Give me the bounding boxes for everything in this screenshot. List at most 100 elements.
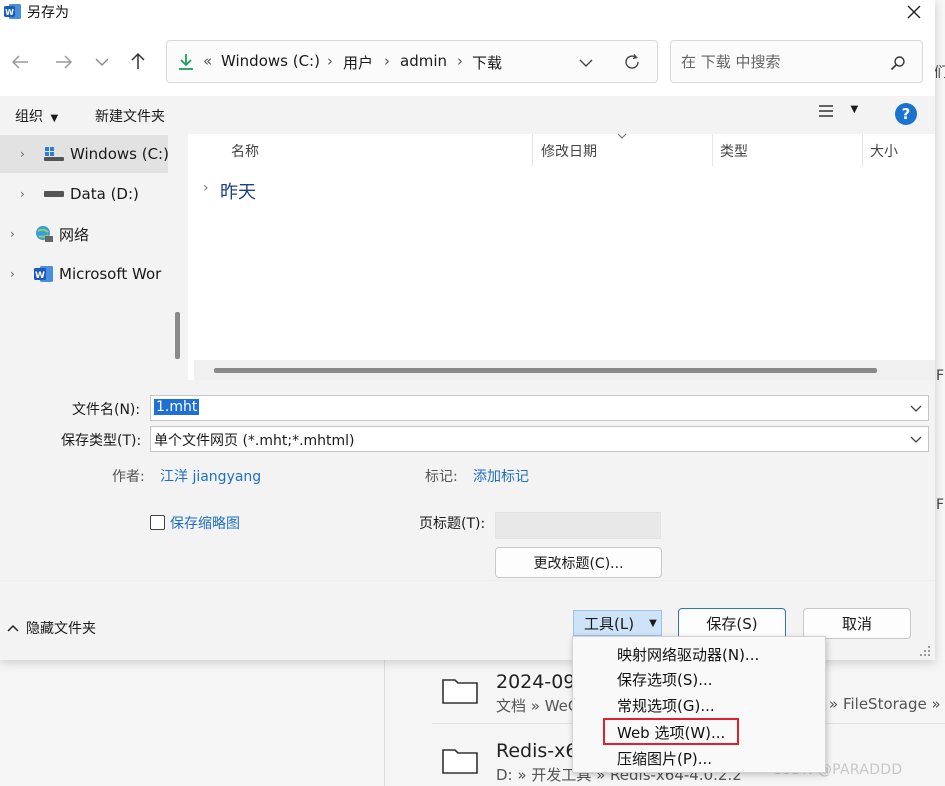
- caret-down-icon: ▼: [50, 113, 59, 124]
- file-list-pane: [188, 134, 935, 380]
- forward-button[interactable]: [50, 48, 78, 76]
- menu-item-general-options[interactable]: 常规选项(G)...: [617, 695, 715, 716]
- chevron-right-icon[interactable]: ›: [10, 227, 22, 241]
- address-bar[interactable]: « Windows (C:) › 用户 › admin › 下载: [166, 40, 658, 83]
- tree-item-network[interactable]: › 网络: [10, 216, 89, 252]
- new-folder-button[interactable]: 新建文件夹: [95, 106, 165, 126]
- navigation-scrollbar[interactable]: [175, 312, 180, 359]
- hide-folders-label: 隐藏文件夹: [26, 621, 96, 637]
- filename-combobox[interactable]: 1.mht: [150, 395, 929, 421]
- background-row-path: » FileStorage » F: [829, 695, 945, 713]
- author-value[interactable]: 江洋 jiangyang: [160, 466, 261, 486]
- chevron-right-icon[interactable]: ›: [203, 180, 209, 196]
- column-divider[interactable]: [862, 134, 863, 166]
- network-icon: [36, 226, 53, 242]
- breadcrumb-overflow[interactable]: «: [203, 52, 212, 70]
- up-button[interactable]: [124, 47, 152, 75]
- page-title-label: 页标题(T):: [419, 516, 486, 532]
- back-button[interactable]: [6, 48, 34, 76]
- column-header-size[interactable]: 大小: [870, 141, 898, 161]
- tree-item-data-d[interactable]: › Data (D:): [20, 176, 139, 212]
- menu-item-map-network-drive[interactable]: 映射网络驱动器(N)...: [617, 644, 759, 665]
- filetype-value: 单个文件网页 (*.mht;*.mhtml): [154, 433, 355, 449]
- tools-label: 工具(L): [584, 614, 635, 633]
- word-app-icon: W: [4, 4, 21, 19]
- drive-icon: [44, 147, 64, 161]
- background-row-name[interactable]: Redis-x6: [496, 740, 577, 762]
- refresh-icon[interactable]: [623, 53, 641, 71]
- svg-text:W: W: [35, 271, 45, 281]
- breadcrumb-separator: ›: [327, 52, 333, 70]
- tools-button[interactable]: 工具(L) ▼: [573, 610, 662, 636]
- column-divider[interactable]: [532, 134, 533, 166]
- filetype-select[interactable]: 单个文件网页 (*.mht;*.mhtml): [150, 426, 929, 452]
- caret-down-icon: ▼: [649, 617, 657, 629]
- column-header-date[interactable]: 修改日期: [541, 141, 597, 161]
- breadcrumb-item[interactable]: 用户: [343, 52, 373, 73]
- arrow-right-icon: [56, 55, 73, 69]
- save-thumbnail-label[interactable]: 保存缩略图: [170, 513, 240, 533]
- window-title: 另存为: [27, 5, 69, 21]
- save-button[interactable]: 保存(S): [678, 608, 786, 639]
- chevron-down-icon[interactable]: [579, 58, 593, 68]
- close-button[interactable]: [896, 0, 932, 24]
- hide-folders-button[interactable]: 隐藏文件夹: [7, 618, 96, 638]
- horizontal-scrollbar-thumb[interactable]: [214, 368, 877, 373]
- view-options-button[interactable]: ▼: [818, 104, 858, 122]
- arrow-left-icon: [11, 55, 28, 69]
- chevron-right-icon[interactable]: ›: [20, 187, 32, 201]
- background-row-name[interactable]: 2024-09: [496, 671, 575, 693]
- chevron-up-icon: [7, 624, 19, 632]
- filename-label: 文件名(N):: [72, 402, 141, 418]
- filename-input[interactable]: 1.mht: [154, 399, 200, 415]
- save-thumbnail-checkbox[interactable]: [150, 515, 165, 530]
- background-row-path: 文档 » WeC: [496, 697, 579, 715]
- chevron-down-icon: [95, 58, 109, 66]
- column-header-name[interactable]: 名称: [231, 141, 259, 161]
- breadcrumb-separator: ›: [457, 52, 463, 70]
- chevron-down-icon[interactable]: [910, 430, 922, 448]
- breadcrumb-item[interactable]: admin: [400, 52, 447, 70]
- menu-item-save-options[interactable]: 保存选项(S)...: [617, 669, 713, 690]
- breadcrumb-item[interactable]: Windows (C:): [221, 52, 320, 70]
- background-edge-text: 们: [934, 65, 945, 81]
- title-bar: [0, 0, 935, 24]
- page-title-field: [495, 512, 661, 539]
- chevron-down-icon[interactable]: [910, 399, 922, 417]
- download-icon: [179, 54, 193, 70]
- cancel-button[interactable]: 取消: [803, 608, 911, 639]
- tree-item-label: Data (D:): [70, 185, 139, 203]
- resize-grip-icon[interactable]: [917, 645, 931, 657]
- recent-locations-button[interactable]: [88, 48, 116, 76]
- search-input[interactable]: [679, 52, 879, 72]
- search-box: [670, 40, 923, 83]
- chevron-right-icon[interactable]: ›: [10, 267, 22, 281]
- add-tags-link[interactable]: 添加标记: [473, 466, 529, 486]
- caret-down-icon: ▼: [850, 104, 859, 115]
- svg-text:W: W: [5, 8, 14, 17]
- organize-button[interactable]: 组织 ▼: [15, 106, 58, 126]
- background-edge-text: F: [936, 368, 945, 384]
- help-button[interactable]: ?: [895, 103, 917, 125]
- chevron-right-icon[interactable]: ›: [20, 147, 32, 161]
- folder-icon: [442, 749, 478, 774]
- menu-item-compress-pictures[interactable]: 压缩图片(P)...: [617, 748, 712, 769]
- search-icon[interactable]: [890, 55, 906, 71]
- filename-value: 1.mht: [154, 399, 200, 415]
- column-header-type[interactable]: 类型: [720, 141, 748, 161]
- tree-item-label: Microsoft Wor: [59, 265, 162, 283]
- change-title-button[interactable]: 更改标题(C)...: [495, 547, 662, 578]
- group-header-yesterday[interactable]: 昨天: [220, 178, 256, 204]
- background-edge-text: F: [936, 497, 945, 513]
- sort-chevron-icon: [617, 133, 627, 139]
- tree-item-label: Windows (C:): [70, 145, 169, 163]
- author-label: 作者:: [112, 469, 145, 485]
- tree-item-windows-c[interactable]: › Windows (C:): [20, 136, 169, 172]
- organize-label: 组织: [15, 109, 43, 125]
- tree-item-label: 网络: [59, 225, 90, 244]
- breadcrumb-item[interactable]: 下载: [472, 52, 502, 73]
- tree-item-microsoft-word[interactable]: › W Microsoft Wor: [10, 256, 165, 292]
- list-view-icon: [819, 105, 833, 117]
- column-divider[interactable]: [712, 134, 713, 166]
- background-divider: [384, 660, 385, 786]
